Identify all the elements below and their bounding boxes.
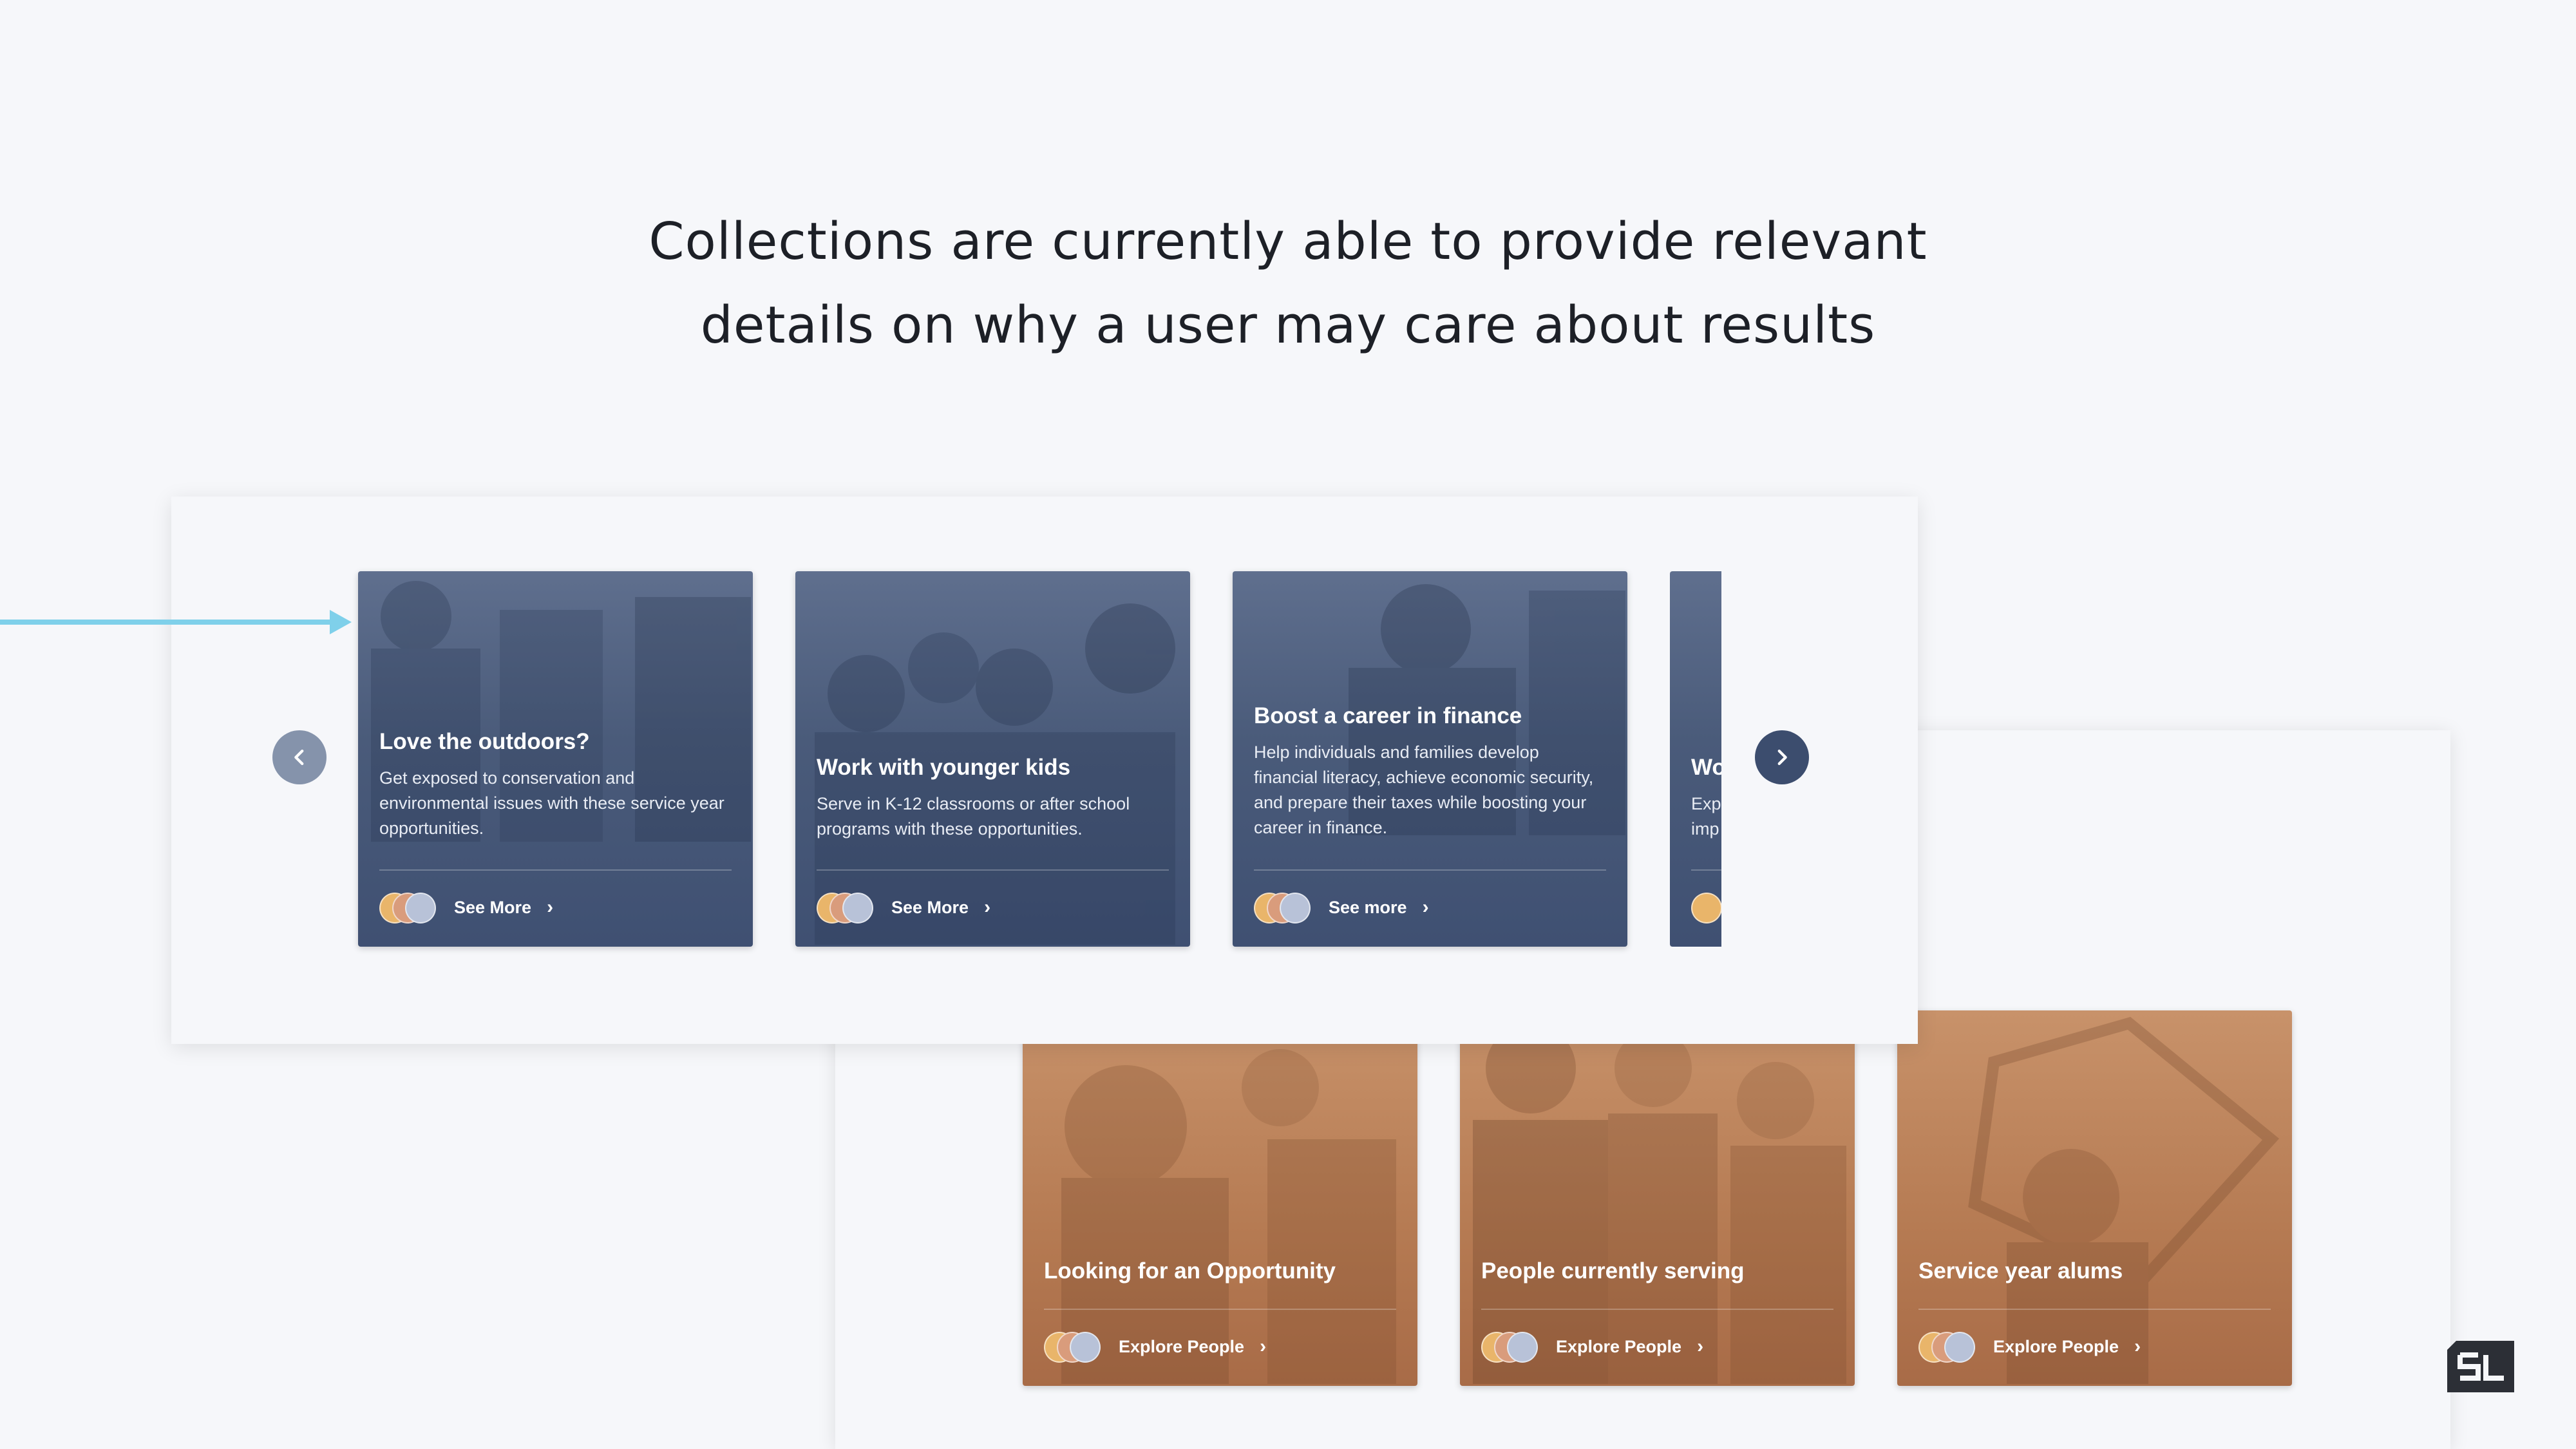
description-line: environmental issues with these service … [379, 793, 724, 813]
annotation-arrow-head [330, 610, 352, 634]
card-footer: Explore People › [1918, 1332, 2141, 1363]
avatar [842, 893, 873, 923]
collections-carousel-panel: Love the outdoors? Get exposed to conser… [171, 497, 1918, 1044]
people-card-title: People currently serving [1481, 1258, 1745, 1283]
avatar [1507, 1332, 1538, 1363]
card-footer: Explore People › [1481, 1332, 1704, 1363]
chevron-right-icon: › [1697, 1336, 1704, 1357]
card-divider [1918, 1309, 2271, 1310]
collection-card-description: Serve in K-12 classrooms or after school… [817, 791, 1171, 842]
collection-card-description: Get exposed to conservation and environm… [379, 766, 734, 841]
chevron-right-icon: › [1260, 1336, 1267, 1357]
chevron-right-icon: › [2134, 1336, 2141, 1357]
card-footer [1691, 893, 1721, 923]
people-card-title: Looking for an Opportunity [1044, 1258, 1336, 1283]
slide-headline: Collections are currently able to provid… [0, 200, 2576, 367]
chevron-right-icon: › [1422, 896, 1429, 918]
explore-people-link[interactable]: Explore People [1119, 1337, 1244, 1357]
card-divider [379, 869, 732, 871]
chevron-left-icon [294, 749, 304, 766]
card-footer: See more › [1254, 893, 1429, 923]
avatar-stack [379, 893, 437, 923]
description-line: Help individuals and families develop [1254, 743, 1539, 762]
card-footer: See More › [379, 893, 554, 923]
card-divider [1481, 1309, 1833, 1310]
description-line: Get exposed to conservation and [379, 768, 635, 788]
avatar-stack [1918, 1332, 1976, 1363]
card-footer: See More › [817, 893, 991, 923]
headline-line-2: details on why a user may care about res… [700, 296, 1876, 355]
collection-card-description: Exp imp [1691, 791, 1721, 842]
carousel-next-button[interactable] [1755, 730, 1809, 784]
chevron-right-icon [1777, 749, 1787, 766]
collection-card-kids[interactable]: Work with younger kids Serve in K-12 cla… [795, 571, 1190, 947]
description-line: imp [1691, 819, 1719, 838]
explore-people-link[interactable]: Explore People [1556, 1337, 1681, 1357]
collection-card-title: Love the outdoors? [379, 729, 590, 754]
annotation-arrow-line [0, 620, 335, 625]
avatar-stack [1254, 893, 1312, 923]
see-more-link[interactable]: See More [454, 898, 531, 918]
avatar [405, 893, 436, 923]
avatar [1944, 1332, 1975, 1363]
avatar-stack [1044, 1332, 1102, 1363]
headline-line-1: Collections are currently able to provid… [649, 212, 1927, 271]
description-line: opportunities. [379, 819, 484, 838]
avatar [1070, 1332, 1101, 1363]
see-more-link[interactable]: See More [891, 898, 969, 918]
people-card-serving[interactable]: People currently serving Explore People … [1460, 1010, 1855, 1386]
chevron-right-icon: › [984, 896, 991, 918]
description-line: programs with these opportunities. [817, 819, 1083, 838]
description-line: and prepare their taxes while boosting y… [1254, 793, 1587, 812]
people-card-alums[interactable]: Service year alums Explore People › [1897, 1010, 2292, 1386]
collection-card-clip: Wo Exp imp [1670, 571, 1721, 947]
description-line: financial literacy, achieve economic sec… [1254, 768, 1594, 787]
collection-card-outdoors[interactable]: Love the outdoors? Get exposed to conser… [358, 571, 753, 947]
card-divider [1044, 1309, 1396, 1310]
collection-card-title: Work with younger kids [817, 755, 1071, 780]
people-card-opportunity[interactable]: Looking for an Opportunity Explore Peopl… [1023, 1010, 1417, 1386]
collection-card-description: Help individuals and families develop fi… [1254, 740, 1608, 840]
logo-icon [2447, 1341, 2514, 1392]
avatar-stack [1481, 1332, 1539, 1363]
collection-card-partial[interactable]: Wo Exp imp [1670, 571, 1721, 947]
card-divider [817, 869, 1169, 871]
collection-card-finance[interactable]: Boost a career in finance Help individua… [1233, 571, 1627, 947]
collection-card-title: Boost a career in finance [1254, 703, 1522, 728]
carousel-prev-button[interactable] [272, 730, 327, 784]
avatar [1280, 893, 1311, 923]
explore-people-link[interactable]: Explore People [1993, 1337, 2119, 1357]
people-card-title: Service year alums [1918, 1258, 2123, 1283]
card-footer: Explore People › [1044, 1332, 1267, 1363]
card-divider [1254, 869, 1606, 871]
card-divider [1691, 869, 1721, 871]
avatar [1691, 893, 1721, 923]
description-line: Exp [1691, 794, 1721, 813]
see-more-link[interactable]: See more [1329, 898, 1407, 918]
collection-card-title: Wo [1691, 755, 1721, 780]
chevron-right-icon: › [547, 896, 554, 918]
avatar-stack [1691, 893, 1721, 923]
description-line: Serve in K-12 classrooms or after school [817, 794, 1130, 813]
avatar-stack [817, 893, 875, 923]
description-line: career in finance. [1254, 818, 1388, 837]
